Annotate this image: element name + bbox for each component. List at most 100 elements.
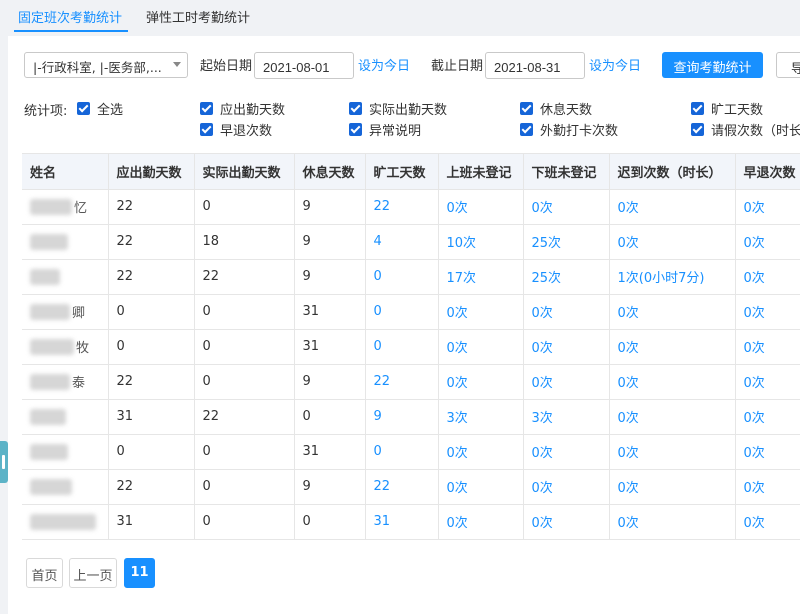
- table-cell[interactable]: 0次: [735, 259, 800, 295]
- table-cell[interactable]: 0次: [438, 329, 524, 365]
- table-cell[interactable]: 25次: [523, 224, 610, 260]
- table-cell[interactable]: 0次: [609, 294, 736, 330]
- set-end-today-link[interactable]: 设为今日: [589, 55, 641, 74]
- stat-checkbox-exception-note[interactable]: 异常说明: [349, 121, 421, 139]
- checkbox-label: 请假次数（时长: [711, 123, 800, 139]
- table-cell[interactable]: 0次: [438, 504, 524, 540]
- start-date-input[interactable]: [254, 52, 354, 79]
- stat-checkbox-absent-days[interactable]: 旷工天数: [691, 100, 764, 118]
- table-cell[interactable]: 0次: [523, 329, 610, 365]
- table-cell[interactable]: 0次: [523, 504, 610, 540]
- table-cell[interactable]: 22: [365, 364, 439, 400]
- table-cell[interactable]: 0次: [735, 329, 800, 365]
- checkbox-label: 旷工天数: [711, 102, 764, 118]
- table-cell[interactable]: 0: [365, 294, 439, 330]
- tab-bar: 固定班次考勤统计 弹性工时考勤统计: [0, 0, 800, 36]
- drag-handle-icon[interactable]: [0, 441, 8, 483]
- table-cell[interactable]: 31: [365, 504, 439, 540]
- table-cell[interactable]: 0次: [735, 364, 800, 400]
- table-cell[interactable]: 0次: [438, 189, 524, 225]
- page-button-current[interactable]: 11: [124, 558, 155, 588]
- employee-name-cell: [22, 259, 109, 295]
- stat-checkbox-expected-days[interactable]: 应出勤天数: [200, 100, 286, 118]
- table-cell[interactable]: 4: [365, 224, 439, 260]
- checkbox-label: 早退次数: [220, 123, 273, 139]
- set-start-today-link[interactable]: 设为今日: [358, 55, 410, 74]
- column-header: 上班未登记: [438, 154, 524, 190]
- stat-items-label: 统计项:: [24, 104, 68, 119]
- checkbox-label: 应出勤天数: [220, 102, 286, 118]
- stat-checkbox-field-punch[interactable]: 外勤打卡次数: [520, 121, 619, 139]
- table-row: 31 22 0 9 3次 3次 0次 0次: [22, 399, 800, 435]
- table-cell[interactable]: 0次: [438, 364, 524, 400]
- checkbox-checked-icon: [200, 122, 213, 136]
- column-header: 下班未登记: [523, 154, 610, 190]
- redacted-name: [30, 303, 70, 320]
- export-button[interactable]: 导: [776, 52, 800, 78]
- table-cell[interactable]: 9: [365, 399, 439, 435]
- table-body: 忆 22 0 9 22 0次 0次 0次 0次 22 18 9 4 10次 25次 0次 0次 22 22 9 0 17次…: [22, 189, 800, 540]
- end-date-input[interactable]: [485, 52, 585, 79]
- table-cell[interactable]: 25次: [523, 259, 610, 295]
- table-cell[interactable]: 3次: [438, 399, 524, 435]
- checkbox-label: 实际出勤天数: [369, 102, 448, 118]
- column-header: 姓名: [22, 154, 109, 190]
- table-cell[interactable]: 0次: [735, 469, 800, 505]
- table-cell[interactable]: 0次: [523, 364, 610, 400]
- table-cell[interactable]: 22: [365, 469, 439, 505]
- table-cell[interactable]: 0次: [523, 189, 610, 225]
- prev-page-button[interactable]: 上一页: [69, 558, 117, 588]
- table-cell[interactable]: 0次: [609, 504, 736, 540]
- table-cell[interactable]: 0次: [609, 189, 736, 225]
- table-cell[interactable]: 0次: [609, 364, 736, 400]
- table-cell[interactable]: 0次: [438, 294, 524, 330]
- table-cell[interactable]: 0次: [523, 294, 610, 330]
- table-cell[interactable]: 0次: [523, 469, 610, 505]
- first-page-button[interactable]: 首页: [26, 558, 63, 588]
- stat-checkbox-rest-days[interactable]: 休息天数: [520, 100, 592, 118]
- stat-checkbox-actual-days[interactable]: 实际出勤天数: [349, 100, 448, 118]
- select-all-checkbox[interactable]: 全选: [77, 100, 123, 118]
- table-cell[interactable]: 0次: [735, 399, 800, 435]
- stat-checkbox-leave[interactable]: 请假次数（时长: [691, 121, 800, 139]
- table-cell[interactable]: 0次: [735, 504, 800, 540]
- table-cell[interactable]: 10次: [438, 224, 524, 260]
- table-cell[interactable]: 0: [365, 434, 439, 470]
- table-cell[interactable]: 22: [365, 189, 439, 225]
- employee-name-tail: 卿: [72, 306, 86, 321]
- tab-fixed-shift[interactable]: 固定班次考勤统计: [18, 7, 122, 26]
- department-select[interactable]: |-行政科室, |-医务部,...: [24, 52, 188, 78]
- table-cell: 18: [194, 224, 295, 260]
- table-cell[interactable]: 0次: [735, 189, 800, 225]
- table-cell[interactable]: 0次: [609, 329, 736, 365]
- employee-name-cell: [22, 504, 109, 540]
- table-cell: 9: [294, 259, 366, 295]
- table-cell[interactable]: 17次: [438, 259, 524, 295]
- table-cell[interactable]: 0: [365, 259, 439, 295]
- checkbox-label: 外勤打卡次数: [540, 123, 619, 139]
- table-cell[interactable]: 0次: [735, 434, 800, 470]
- table-cell: 31: [108, 399, 195, 435]
- table-cell[interactable]: 0次: [735, 294, 800, 330]
- table-cell[interactable]: 0次: [438, 434, 524, 470]
- tab-flexible-hours[interactable]: 弹性工时考勤统计: [146, 7, 250, 26]
- table-cell[interactable]: 0次: [609, 434, 736, 470]
- table-cell: 0: [294, 504, 366, 540]
- table-cell[interactable]: 0次: [735, 224, 800, 260]
- main-panel: |-行政科室, |-医务部,... 起始日期 设为今日 截止日期 设为今日 查询…: [8, 36, 800, 614]
- table-cell[interactable]: 0次: [609, 469, 736, 505]
- table-cell[interactable]: 0次: [609, 399, 736, 435]
- department-select-value: |-行政科室, |-医务部,...: [33, 60, 162, 75]
- stat-checkbox-early-leave[interactable]: 早退次数: [200, 121, 273, 139]
- table-cell[interactable]: 0: [365, 329, 439, 365]
- employee-name-tail: 牧: [76, 341, 90, 356]
- table-cell[interactable]: 0次: [438, 469, 524, 505]
- query-attendance-button[interactable]: 查询考勤统计: [662, 52, 763, 78]
- table-cell[interactable]: 0次: [609, 224, 736, 260]
- checkbox-checked-icon: [200, 101, 213, 115]
- table-cell[interactable]: 1次(0小时7分): [609, 259, 736, 295]
- redacted-name: [30, 408, 66, 425]
- table-cell[interactable]: 3次: [523, 399, 610, 435]
- active-tab-indicator: [14, 30, 128, 32]
- table-cell[interactable]: 0次: [523, 434, 610, 470]
